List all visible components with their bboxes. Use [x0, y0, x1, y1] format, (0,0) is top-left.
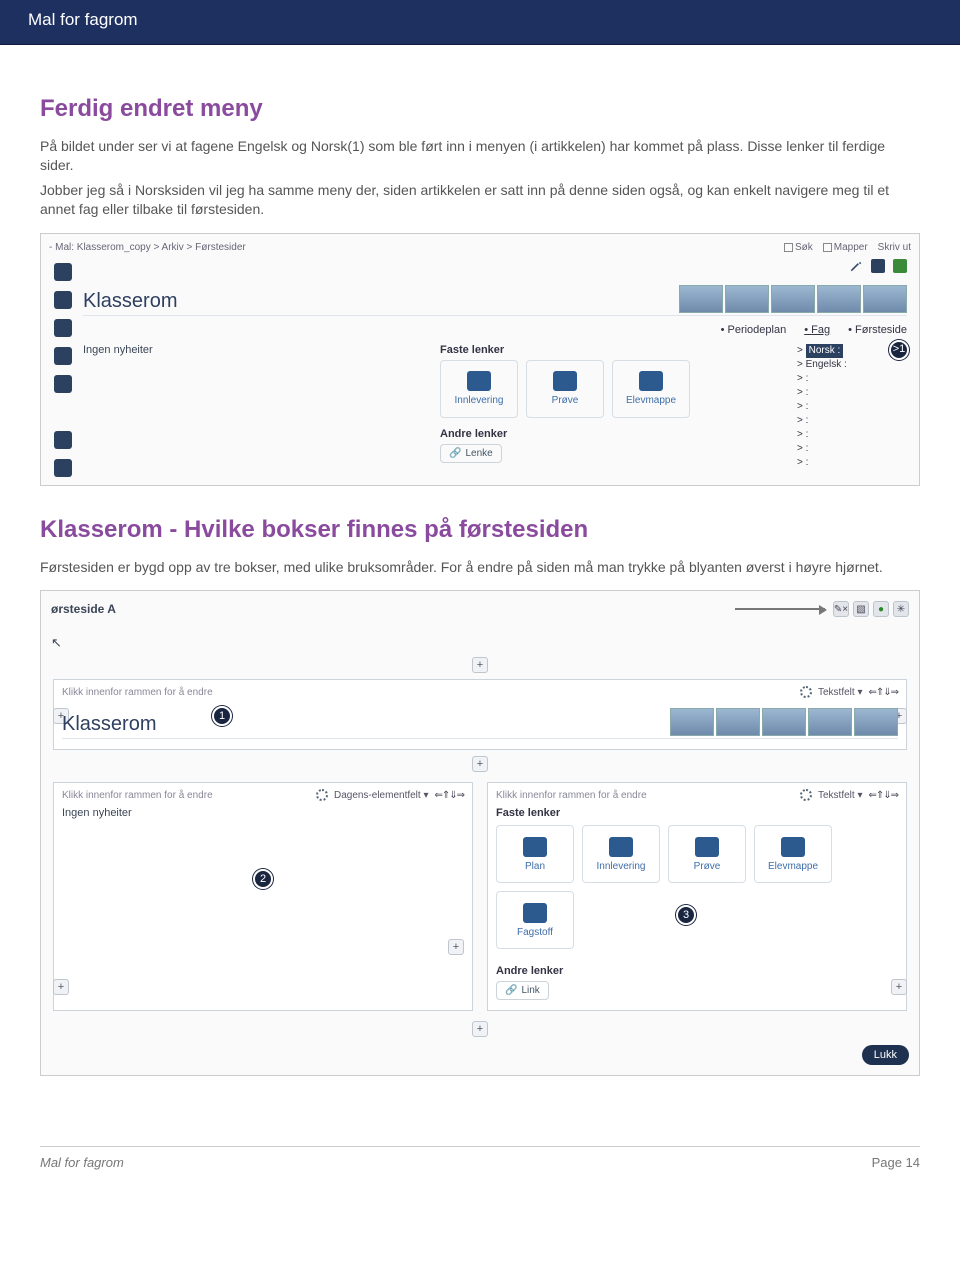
add-row-bottom[interactable]: +	[472, 1021, 488, 1037]
section-2-heading: Klasserom - Hvilke bokser finnes på førs…	[40, 516, 920, 544]
footer-left: Mal for fagrom	[40, 1155, 124, 1170]
gear-icon-2[interactable]	[316, 789, 328, 801]
move-arrows-1[interactable]: ⇐⇑⇓⇒	[868, 687, 898, 698]
cell-plan[interactable]: Plan	[496, 825, 574, 883]
news-icon[interactable]	[54, 431, 72, 449]
add-row-top[interactable]: +	[472, 657, 488, 673]
panel-tekstfelt-links: + Klikk innenfor rammen for å endre Teks…	[487, 782, 907, 1011]
prove-icon	[553, 371, 577, 391]
home-icon[interactable]	[54, 263, 72, 281]
lenke-pill[interactable]: Lenke	[440, 444, 502, 463]
innlevering-icon	[467, 371, 491, 391]
lukk-button[interactable]: Lukk	[862, 1045, 909, 1065]
search-toggle[interactable]: Søk	[784, 242, 813, 253]
elevmappe-icon-2	[781, 837, 805, 857]
cell-elevmappe[interactable]: Elevmappe	[612, 360, 690, 418]
add-row-mid[interactable]: +	[472, 756, 488, 772]
add-left-2[interactable]: +	[53, 979, 69, 995]
innlevering-icon-2	[609, 837, 633, 857]
folder-icon[interactable]	[54, 319, 72, 337]
globe-icon[interactable]	[893, 259, 907, 273]
tab-fag[interactable]: Fag	[804, 324, 830, 336]
tekstfelt-label-1[interactable]: Tekstfelt ▾	[818, 687, 862, 698]
chart-icon[interactable]	[54, 347, 72, 365]
move-arrows-2[interactable]: ⇐⇑⇓⇒	[434, 790, 464, 801]
panel-hint-2: Klikk innenfor rammen for å endre	[62, 790, 213, 801]
andre-lenker-edit: Andre lenker	[496, 965, 898, 977]
content-toolbar	[83, 259, 907, 273]
andre-lenker-label: Andre lenker	[440, 428, 797, 440]
page-toolbar: ✎× ▧ ● ✳	[833, 601, 909, 617]
topbar-title: Mal for fagrom	[28, 10, 138, 29]
image-icon[interactable]	[871, 259, 885, 273]
tab-row: Periodeplan Fag Førsteside	[83, 324, 907, 336]
people-icon[interactable]	[54, 375, 72, 393]
screenshot-1: - Mal: Klasserom_copy > Arkiv > Førstesi…	[40, 233, 920, 486]
print-link[interactable]: Skriv ut	[878, 242, 911, 253]
cell-prove[interactable]: Prøve	[526, 360, 604, 418]
section-1-p2: Jobber jeg så i Norsksiden vil jeg ha sa…	[40, 181, 920, 219]
faste-lenker-label: Faste lenker	[440, 344, 797, 356]
cell-elevmappe-2[interactable]: Elevmappe	[754, 825, 832, 883]
top-right-tools: Søk Mapper Skriv ut	[784, 242, 911, 253]
section-1-heading: Ferdig endret meny	[40, 95, 920, 123]
dagens-label[interactable]: Dagens-elementfelt ▾	[334, 790, 429, 801]
prove-icon-2	[695, 837, 719, 857]
no-news-edit: Ingen nyheiter	[62, 807, 464, 819]
mapper-toggle[interactable]: Mapper	[823, 242, 868, 253]
header-image-strip	[679, 285, 907, 313]
pencil-x-icon[interactable]: ✎×	[833, 601, 849, 617]
instruction-arrow	[735, 608, 825, 610]
cell-innlevering[interactable]: Innlevering	[440, 360, 518, 418]
pencil-icon[interactable]	[849, 259, 863, 273]
cell-prove-2[interactable]: Prøve	[668, 825, 746, 883]
move-arrows-3[interactable]: ⇐⇑⇓⇒	[868, 790, 898, 801]
breadcrumb: - Mal: Klasserom_copy > Arkiv > Førstesi…	[49, 242, 246, 253]
page-footer: Mal for fagrom Page 14	[40, 1146, 920, 1170]
klasserom-title: Klasserom	[83, 290, 177, 313]
top-bar: Mal for fagrom	[0, 0, 960, 45]
elevmappe-icon	[639, 371, 663, 391]
callout-badge-1: 1	[889, 340, 909, 360]
panel-hint-3: Klikk innenfor rammen for å endre	[496, 790, 647, 801]
panel-tekstfelt-header: + + Klikk innenfor rammen for å endre Te…	[53, 679, 907, 750]
globe-tool-icon[interactable]: ●	[873, 601, 889, 617]
screenshot-2: ørsteside A ✎× ▧ ● ✳ ↖ + + + Klikk innen…	[40, 590, 920, 1076]
klasserom-edit-title: Klasserom	[62, 713, 156, 736]
page-title-edit: ørsteside A	[51, 602, 116, 616]
tekstfelt-label-2[interactable]: Tekstfelt ▾	[818, 790, 862, 801]
section-1-p1: På bildet under ser vi at fagene Engelsk…	[40, 137, 920, 175]
add-right-2[interactable]: +	[891, 979, 907, 995]
flyout-norsk[interactable]: Norsk :	[806, 344, 844, 358]
tab-periodeplan[interactable]: Periodeplan	[721, 324, 787, 336]
gear-icon-3[interactable]	[800, 789, 812, 801]
left-icon-rail	[49, 253, 77, 477]
no-news-text: Ingen nyheiter	[83, 344, 440, 356]
image-tool-icon[interactable]: ▧	[853, 601, 869, 617]
section-2-p1: Førstesiden er bygd opp av tre bokser, m…	[40, 558, 920, 577]
fag-flyout: Norsk : Engelsk : : : : : : : : 1	[797, 344, 907, 470]
flyout-engelsk[interactable]: Engelsk :	[797, 358, 907, 372]
panel-dagens: + Klikk innenfor rammen for å endre Dage…	[53, 782, 473, 1011]
footer-page: Page 14	[872, 1155, 920, 1170]
add-bottom-left[interactable]: +	[448, 939, 464, 955]
cell-fagstoff[interactable]: Fagstoff	[496, 891, 574, 949]
cell-innlevering-2[interactable]: Innlevering	[582, 825, 660, 883]
panel-hint-1: Klikk innenfor rammen for å endre	[62, 687, 213, 698]
plan-icon	[523, 837, 547, 857]
book-icon[interactable]	[54, 459, 72, 477]
faste-lenker-edit: Faste lenker	[496, 807, 898, 819]
gear-icon[interactable]	[800, 686, 812, 698]
link-pill-2[interactable]: Link	[496, 981, 549, 1000]
callout-badge-2: 2	[253, 869, 273, 889]
gear-tool-icon[interactable]: ✳	[893, 601, 909, 617]
fagstoff-icon	[523, 903, 547, 923]
clipboard-icon[interactable]	[54, 291, 72, 309]
callout-badge-1b: 1	[212, 706, 232, 726]
tab-forsteside[interactable]: Førsteside	[848, 324, 907, 336]
